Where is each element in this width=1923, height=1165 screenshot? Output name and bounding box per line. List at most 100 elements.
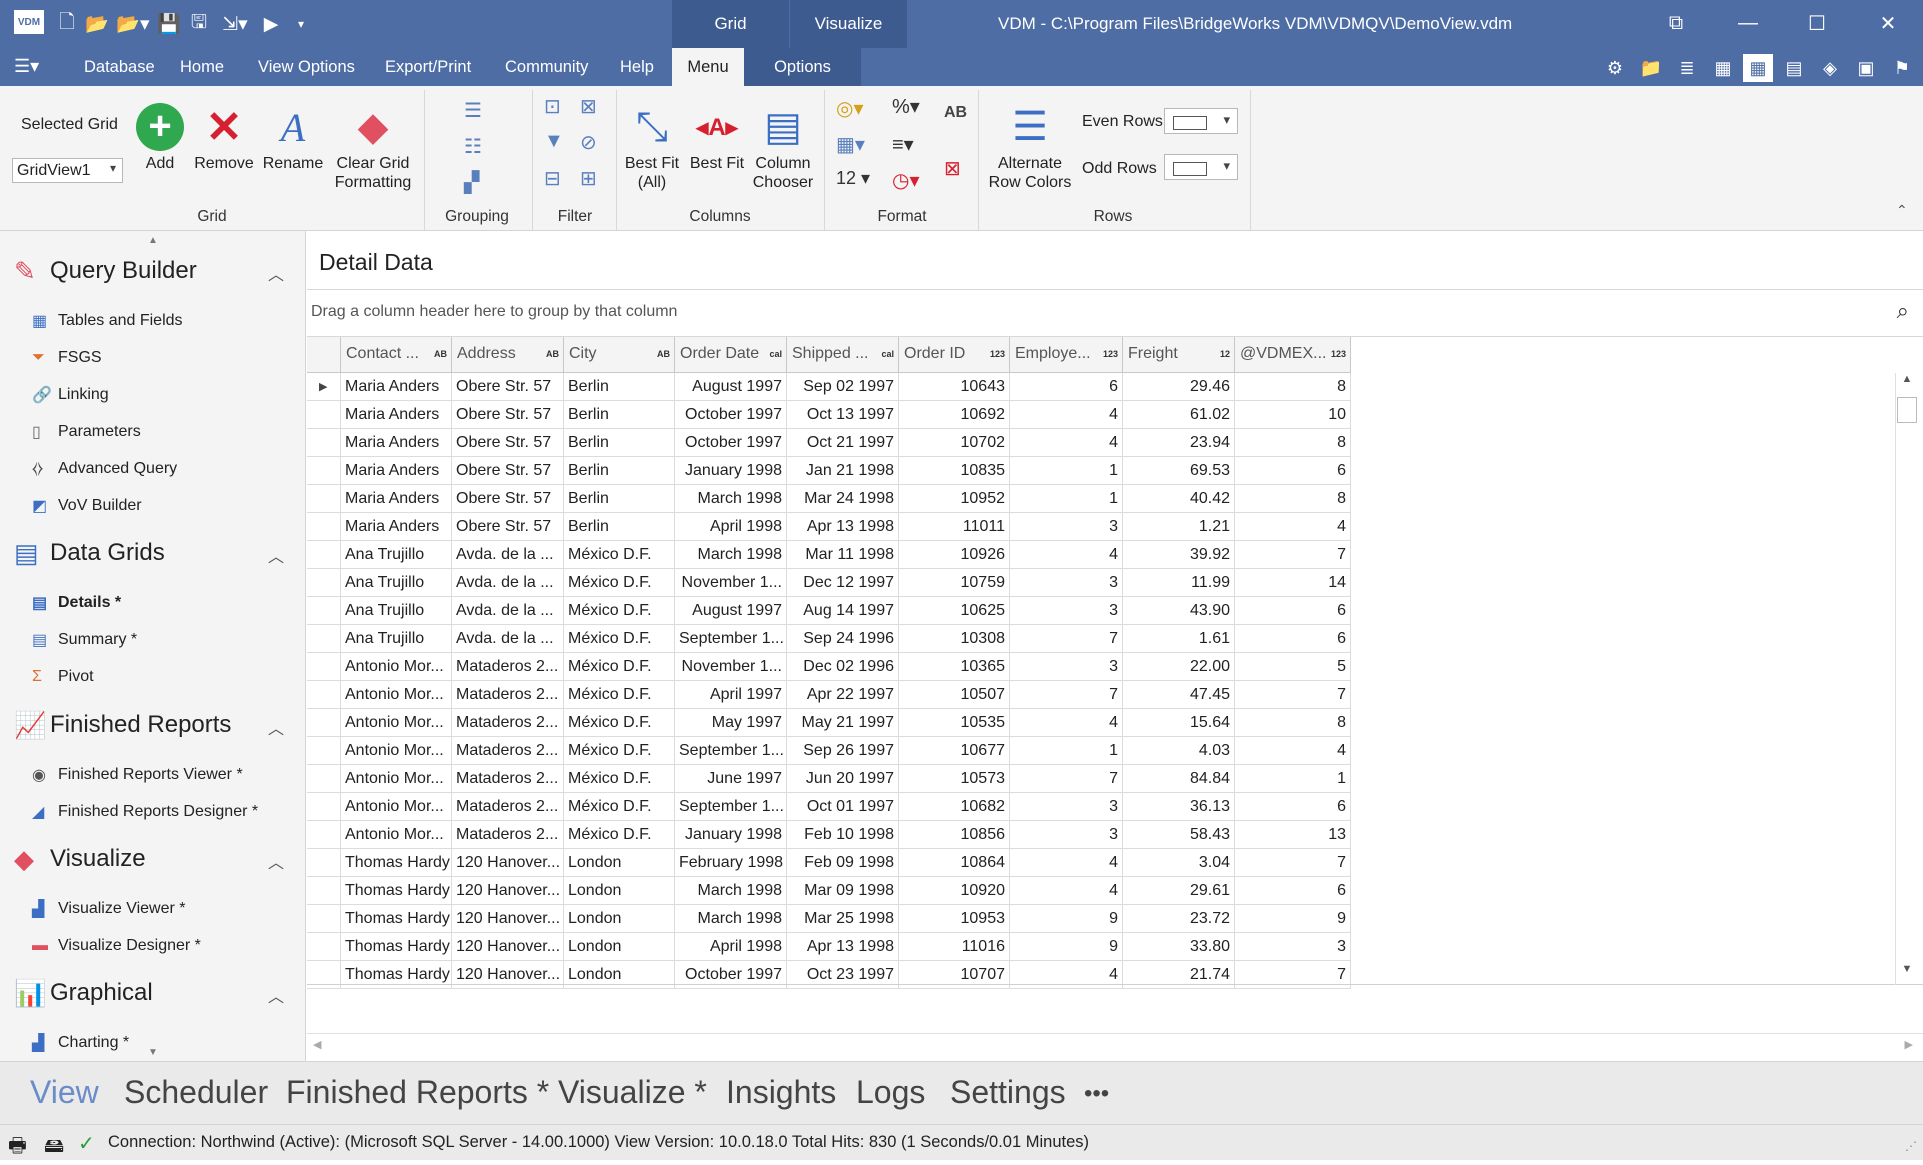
row-indicator[interactable]: [307, 401, 341, 429]
column-header[interactable]: Freight 12: [1123, 337, 1235, 373]
table-cell[interactable]: Sep 02 1997: [787, 373, 899, 401]
collapse-chevron-icon[interactable]: ︿: [268, 543, 284, 567]
table-cell[interactable]: 10677: [899, 737, 1010, 765]
table-row[interactable]: Ana Trujillo Avda. de la ... México D.F. Au…: [307, 597, 1351, 625]
table-cell[interactable]: Feb 09 1998: [787, 849, 899, 877]
table-cell[interactable]: Obere Str. 57: [452, 401, 564, 429]
table-cell[interactable]: Avda. de la ...: [452, 625, 564, 653]
table-cell[interactable]: 4: [1235, 513, 1351, 541]
section-query-builder[interactable]: ✎ Query Builder: [14, 253, 197, 289]
table-cell[interactable]: México D.F.: [564, 709, 675, 737]
table-cell[interactable]: Mataderos 2...: [452, 681, 564, 709]
expand-groups-icon[interactable]: ▞: [464, 170, 479, 195]
table-cell[interactable]: 4.03: [1123, 737, 1235, 765]
table-row[interactable]: Antonio Mor... Mataderos 2... México D.F. J…: [307, 821, 1351, 849]
row-indicator[interactable]: [307, 653, 341, 681]
table-cell[interactable]: 10856: [899, 821, 1010, 849]
table-cell[interactable]: Mar 09 1998: [787, 877, 899, 905]
table-cell[interactable]: Berlin: [564, 513, 675, 541]
table-cell[interactable]: 3: [1010, 821, 1123, 849]
sidebar-item-finished-reports-designer[interactable]: ◢ Finished Reports Designer *: [32, 800, 258, 824]
row-indicator[interactable]: [307, 709, 341, 737]
menu-export-print[interactable]: Export/Print: [385, 48, 471, 86]
table-cell[interactable]: Maria Anders: [341, 513, 452, 541]
best-fit-all-button[interactable]: ⤡ Best Fit (All): [624, 100, 680, 192]
table-cell[interactable]: Antonio Mor...: [341, 765, 452, 793]
table-cell[interactable]: 3: [1010, 569, 1123, 597]
table-cell[interactable]: 11011: [899, 513, 1010, 541]
resize-grip-icon[interactable]: ⋰: [1905, 1139, 1917, 1153]
sidebar-item-parameters[interactable]: ▯ Parameters: [32, 420, 141, 444]
menu-view-options[interactable]: View Options: [258, 48, 355, 86]
table-cell[interactable]: 10702: [899, 429, 1010, 457]
table-cell[interactable]: 10864: [899, 849, 1010, 877]
filter-icon[interactable]: ▼: [544, 130, 564, 153]
table-cell[interactable]: Ana Trujillo: [341, 597, 452, 625]
collapse-chevron-icon[interactable]: ︿: [268, 261, 284, 285]
table-cell[interactable]: 11.99: [1123, 569, 1235, 597]
clear-filter-icon[interactable]: ⊘: [580, 130, 597, 155]
table-cell[interactable]: Jan 21 1998: [787, 457, 899, 485]
table-cell[interactable]: México D.F.: [564, 625, 675, 653]
table-cell[interactable]: 7: [1010, 625, 1123, 653]
table-cell[interactable]: September 1...: [675, 625, 787, 653]
restore-icon[interactable]: ⧉: [1656, 8, 1696, 38]
row-indicator[interactable]: [307, 513, 341, 541]
sidebar-item-fsgs[interactable]: ⏷ FSGS: [32, 346, 102, 370]
table-cell[interactable]: April 1998: [675, 513, 787, 541]
table-row[interactable]: Thomas Hardy 120 Hanover... London March 19…: [307, 905, 1351, 933]
table-cell[interactable]: London: [564, 849, 675, 877]
table-cell[interactable]: January 1998: [675, 457, 787, 485]
table-cell[interactable]: Maria Anders: [341, 373, 452, 401]
column-header[interactable]: City AB: [564, 337, 675, 373]
save-icon[interactable]: 💾: [154, 10, 184, 38]
sidebar-item-linking[interactable]: 🔗 Linking: [32, 383, 109, 407]
row-indicator[interactable]: [307, 933, 341, 961]
save-all-icon[interactable]: 🖫: [184, 10, 214, 38]
table-cell[interactable]: Antonio Mor...: [341, 653, 452, 681]
column-header[interactable]: @VDMEX... 123: [1235, 337, 1351, 373]
table-cell[interactable]: Mar 24 1998: [787, 485, 899, 513]
group-panel[interactable]: Drag a column header here to group by th…: [307, 289, 1923, 337]
table-row[interactable]: Thomas Hardy 120 Hanover... London April 19…: [307, 933, 1351, 961]
collapse-chevron-icon[interactable]: ︿: [268, 715, 284, 739]
table-cell[interactable]: 14: [1235, 569, 1351, 597]
table-cell[interactable]: 10365: [899, 653, 1010, 681]
table-cell[interactable]: México D.F.: [564, 541, 675, 569]
table-cell[interactable]: 10835: [899, 457, 1010, 485]
list-icon[interactable]: ≣: [1672, 54, 1702, 82]
column-chooser-button[interactable]: ▤ Column Chooser: [750, 100, 816, 192]
table-cell[interactable]: 4: [1010, 541, 1123, 569]
add-grid-button[interactable]: + Add: [132, 100, 188, 173]
table-cell[interactable]: Sep 26 1997: [787, 737, 899, 765]
table-cell[interactable]: 29.46: [1123, 373, 1235, 401]
table-cell[interactable]: 84.84: [1123, 765, 1235, 793]
row-indicator[interactable]: [307, 625, 341, 653]
table-cell[interactable]: 5: [1235, 653, 1351, 681]
table-cell[interactable]: 10926: [899, 541, 1010, 569]
table-cell[interactable]: 120 Hanover...: [452, 877, 564, 905]
nav-insights[interactable]: Insights: [726, 1074, 836, 1111]
section-finished-reports[interactable]: 📈 Finished Reports: [14, 707, 231, 743]
table-cell[interactable]: Obere Str. 57: [452, 513, 564, 541]
table-cell[interactable]: September 1...: [675, 737, 787, 765]
table-cell[interactable]: 11016: [899, 933, 1010, 961]
table-row[interactable]: Antonio Mor... Mataderos 2... México D.F. N…: [307, 653, 1351, 681]
table-cell[interactable]: 4: [1010, 429, 1123, 457]
table-cell[interactable]: 6: [1235, 457, 1351, 485]
scroll-up-icon[interactable]: ▲: [1896, 373, 1918, 395]
table-cell[interactable]: 10759: [899, 569, 1010, 597]
nav-visualize[interactable]: Visualize *: [558, 1074, 707, 1111]
table-cell[interactable]: 4: [1235, 737, 1351, 765]
table-cell[interactable]: 7: [1010, 681, 1123, 709]
table-cell[interactable]: 120 Hanover...: [452, 905, 564, 933]
export-icon[interactable]: ⇲▾: [214, 10, 256, 38]
number-format-button[interactable]: 12 ▾: [836, 168, 870, 189]
table-cell[interactable]: 3: [1010, 793, 1123, 821]
table-cell[interactable]: 8: [1235, 485, 1351, 513]
table-row[interactable]: Maria Anders Obere Str. 57 Berlin April 199…: [307, 513, 1351, 541]
table-cell[interactable]: 1.61: [1123, 625, 1235, 653]
table-cell[interactable]: 3.04: [1123, 849, 1235, 877]
row-indicator[interactable]: [307, 849, 341, 877]
table-cell[interactable]: 23.72: [1123, 905, 1235, 933]
